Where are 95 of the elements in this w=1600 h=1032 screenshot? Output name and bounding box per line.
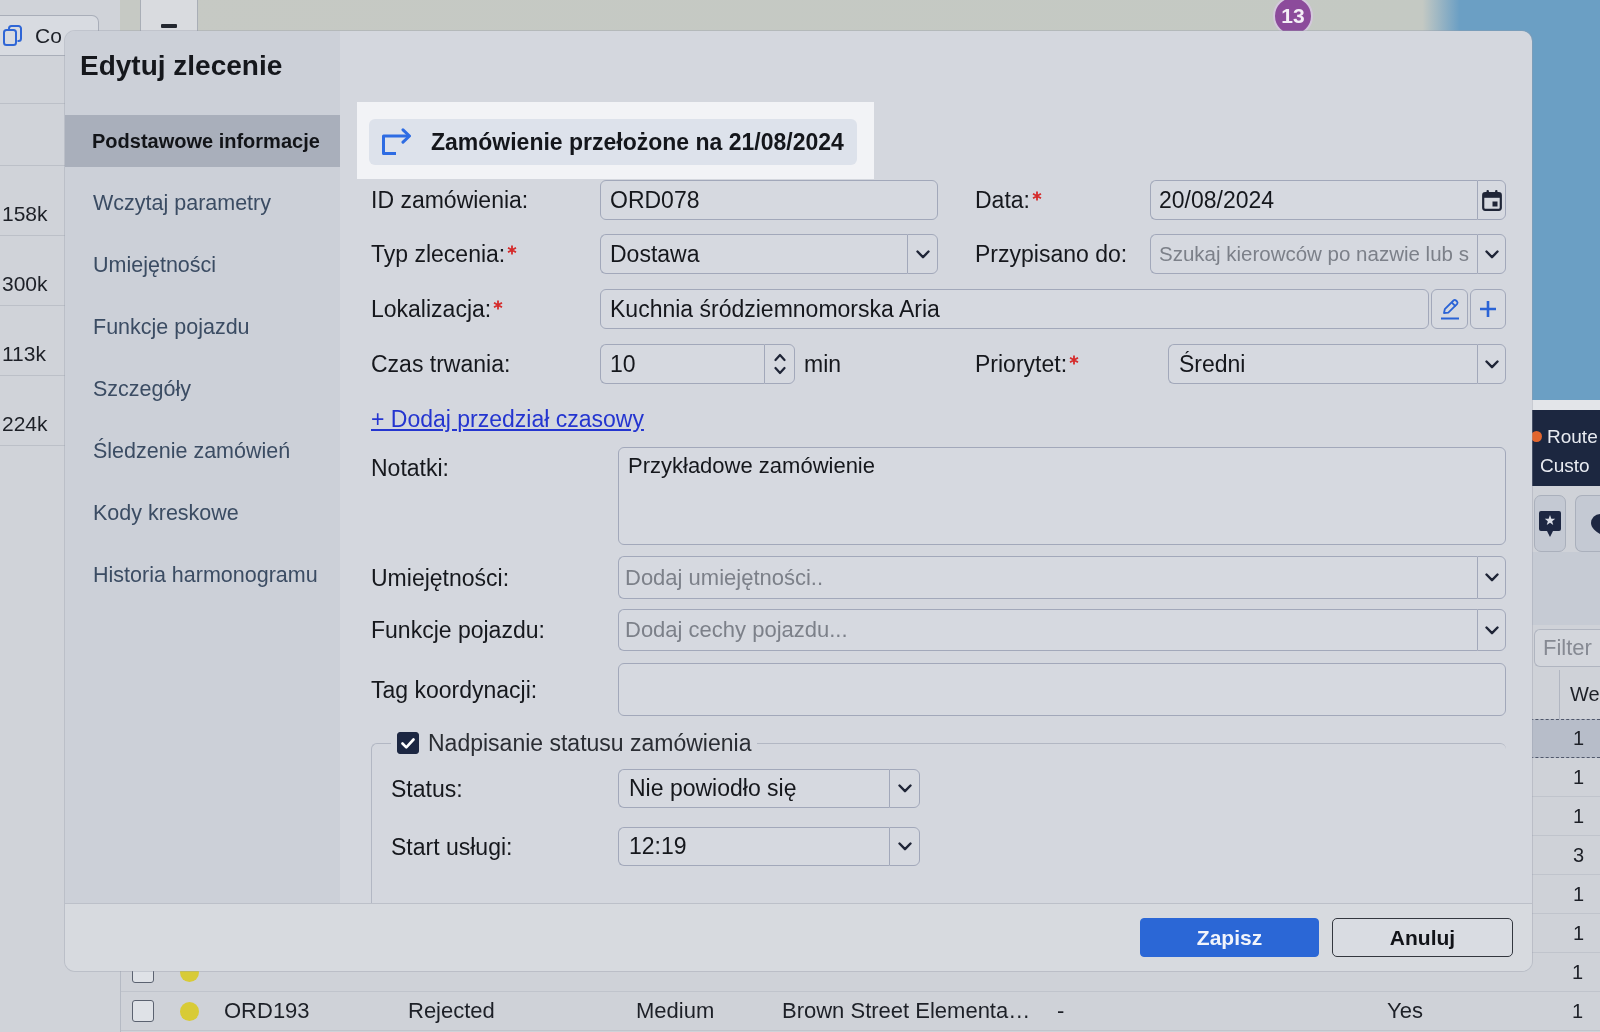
checkbox[interactable] (397, 732, 419, 754)
dropdown-button[interactable] (1477, 344, 1506, 384)
dropdown-button[interactable] (889, 827, 920, 866)
select-field[interactable]: 12:19 (618, 827, 889, 866)
table-cell: 1 (1572, 960, 1584, 984)
column-header: We (1570, 683, 1600, 706)
form-label: Priorytet: (975, 351, 1068, 377)
minus-icon (161, 24, 177, 28)
copy-icon (3, 25, 22, 46)
table-cell: Rejected (408, 998, 495, 1024)
calendar-icon (1481, 189, 1502, 211)
distance-text: 224k (2, 412, 48, 436)
table-cell: 1 (1573, 765, 1585, 789)
form-label: Typ zlecenia: (371, 241, 506, 267)
form-label: Przypisano do: (975, 241, 1128, 267)
nav-item[interactable]: Umiejętności (65, 239, 340, 291)
nav-item[interactable]: Funkcje pojazdu (65, 301, 340, 353)
form-label: Czas trwania: (371, 351, 511, 377)
star-pin-icon (1538, 509, 1562, 538)
form-label: Start usługi: (391, 833, 513, 860)
table-cell: 1 (1573, 804, 1585, 828)
form-label: Umiejętności: (371, 564, 510, 591)
calendar-button[interactable] (1477, 180, 1506, 220)
form-label: Notatki: (371, 455, 449, 481)
select-field[interactable]: Nie powiodło się (618, 769, 889, 808)
legend-label: Custo (1540, 454, 1590, 477)
unit-label: min (804, 350, 842, 378)
add-time-window-link[interactable]: + Dodaj przedział czasowy (371, 405, 644, 433)
cancel-button[interactable]: Anuluj (1332, 918, 1513, 957)
dropdown-button[interactable] (1477, 556, 1506, 599)
chevron-down-icon (897, 842, 912, 851)
number-field[interactable]: 10 (600, 344, 764, 384)
distance-text: 300k (2, 272, 48, 296)
checkbox-label: Nadpisanie statusu zamówienia (428, 729, 752, 757)
select-field[interactable]: Dostawa (600, 234, 907, 274)
dropdown-button[interactable] (1477, 234, 1506, 274)
select-field[interactable]: Średni (1168, 344, 1477, 384)
form-label: ID zamówienia: (371, 187, 529, 213)
add-button[interactable] (1470, 289, 1506, 329)
dropdown-button[interactable] (1477, 609, 1506, 651)
pin-icon (1589, 513, 1600, 534)
text-field[interactable]: Kuchnia śródziemnomorska Aria (600, 289, 1429, 329)
map-tool-button[interactable] (1575, 495, 1600, 552)
pencil-icon (1439, 298, 1460, 320)
legend-label: Route (1547, 425, 1598, 448)
table-cell: Brown Street Elementa… (782, 998, 1031, 1024)
nav-item[interactable]: Historia harmonogramu (65, 549, 340, 601)
chevron-down-icon (897, 784, 912, 793)
nav-item[interactable]: Kody kreskowe (65, 487, 340, 539)
date-field[interactable]: 20/08/2024 (1150, 180, 1477, 220)
chevron-down-icon (1484, 573, 1499, 582)
chevron-down-icon (1484, 359, 1499, 369)
save-button[interactable]: Zapisz (1140, 918, 1319, 957)
form-label: Lokalizacja: (371, 296, 492, 322)
chevron-down-icon (915, 249, 930, 259)
chevron-down-icon (1484, 249, 1499, 259)
text-field[interactable]: ORD078 (600, 180, 938, 220)
stepper-arrows-icon (773, 353, 786, 375)
search-field[interactable]: Szukaj kierowców po nazwie lub s (1150, 234, 1477, 274)
dropdown-button[interactable] (907, 234, 938, 274)
table-cell: ORD193 (224, 998, 310, 1024)
map-tool-button[interactable] (1534, 495, 1566, 552)
table-cell: 1 (1572, 999, 1584, 1023)
plus-icon (1479, 300, 1497, 318)
form-label: Tag koordynacji: (371, 676, 538, 703)
table-cell: 3 (1573, 843, 1585, 867)
nav-item[interactable]: Wczytaj parametry (65, 177, 340, 229)
chevron-down-icon (1484, 625, 1499, 635)
checkmark-icon (401, 737, 415, 749)
table-cell: 1 (1573, 921, 1585, 945)
form-label: Funkcje pojazdu: (371, 617, 545, 643)
text-field[interactable] (618, 663, 1506, 716)
form-label: Status: (391, 775, 463, 802)
distance-text: 158k (2, 202, 48, 226)
stepper-button[interactable] (764, 344, 795, 384)
forward-arrow-icon (381, 128, 412, 156)
notice-text: Zamówienie przełożone na 21/08/2024 (431, 128, 844, 156)
edit-button[interactable] (1431, 289, 1468, 329)
select-field[interactable]: Dodaj umiejętności.. (618, 556, 1477, 599)
table-cell: - (1057, 998, 1065, 1024)
filter-field[interactable]: Filter (1534, 629, 1600, 667)
form-label: Data: (975, 187, 1030, 213)
table-cell: Medium (636, 998, 715, 1024)
table-cell: 1 (1573, 727, 1585, 750)
distance-text: 113k (2, 342, 46, 366)
select-field[interactable]: Dodaj cechy pojazdu... (618, 609, 1477, 651)
table-cell: 1 (1573, 882, 1585, 906)
table-cell: Yes (1387, 998, 1423, 1024)
dropdown-button[interactable] (889, 769, 920, 808)
notes-field[interactable]: Przykładowe zamówienie (618, 447, 1506, 545)
table-row[interactable]: ORD193 Rejected Medium Brown Street Elementa… - Yes 1 (121, 992, 1600, 1031)
nav-item[interactable]: Śledzenie zamówień (65, 425, 340, 477)
nav-item[interactable]: Szczegóły (65, 363, 340, 415)
nav-item[interactable]: Podstawowe informacje (65, 115, 340, 167)
checkbox[interactable] (132, 1000, 154, 1022)
